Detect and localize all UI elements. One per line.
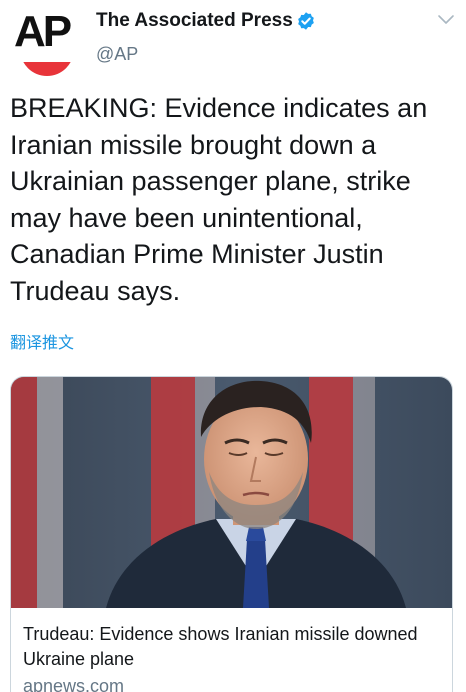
card-title: Trudeau: Evidence shows Iranian missile …	[23, 624, 418, 669]
user-handle[interactable]: @AP	[96, 44, 138, 65]
ap-logo: AP	[14, 7, 72, 56]
user-name[interactable]: The Associated Press	[96, 10, 293, 32]
ap-logo-swoosh	[20, 62, 74, 76]
card-domain: apnews.com	[23, 676, 125, 692]
chevron-down-icon[interactable]	[437, 14, 455, 26]
card-image	[11, 377, 452, 608]
verified-badge-icon	[298, 12, 314, 30]
translate-tweet-link[interactable]: 翻译推文	[10, 329, 74, 353]
link-card[interactable]: Trudeau: Evidence shows Iranian missile …	[10, 376, 453, 692]
tweet-text: BREAKING: Evidence indicates an Iranian …	[10, 93, 428, 306]
avatar[interactable]: AP	[10, 8, 82, 76]
